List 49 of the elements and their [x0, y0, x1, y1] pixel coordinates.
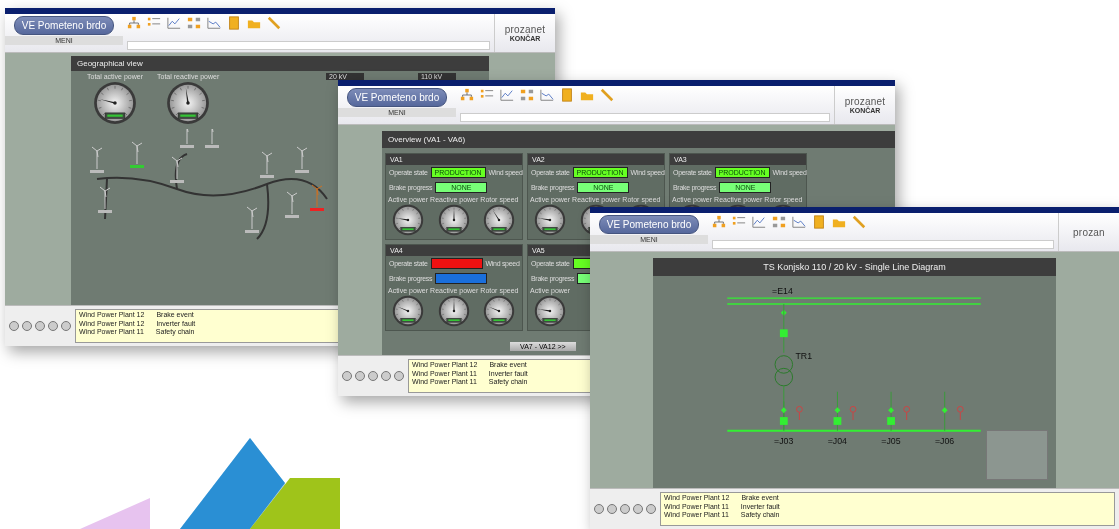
bay-label: =J04 — [828, 436, 848, 447]
plant-name-badge: VE Pometeno brdo — [346, 88, 448, 107]
plant-name-badge: VE Pometeno brdo — [598, 215, 700, 234]
wrench-icon[interactable] — [600, 88, 614, 102]
dial-gauge — [93, 81, 137, 125]
line-chart-icon[interactable] — [752, 215, 766, 229]
vendor-logo: prozanet — [504, 24, 546, 35]
panel-title: Overview (VA1 - VA6) — [382, 131, 895, 148]
photo-placeholder — [985, 430, 1048, 480]
network-icon[interactable] — [520, 88, 534, 102]
bay-label: =J03 — [774, 436, 794, 447]
wrench-icon[interactable] — [267, 16, 281, 30]
notebook-icon[interactable] — [812, 215, 826, 229]
bay-label: =J06 — [935, 436, 955, 447]
line-chart-icon[interactable] — [540, 88, 554, 102]
line-chart-icon[interactable] — [792, 215, 806, 229]
breaker-symbol — [781, 309, 788, 316]
line-chart-icon[interactable] — [207, 16, 221, 30]
vendor-logo: prozanet — [844, 96, 886, 107]
dial-gauge — [392, 204, 425, 236]
notebook-icon[interactable] — [560, 88, 574, 102]
line-chart-icon[interactable] — [500, 88, 514, 102]
notebook-icon[interactable] — [227, 16, 241, 30]
dial-gauge — [392, 295, 425, 327]
wrench-icon[interactable] — [852, 215, 866, 229]
switchgear-bay-symbol — [887, 391, 911, 432]
network-icon[interactable] — [187, 16, 201, 30]
transformer-label: TR1 — [796, 350, 813, 361]
dial-gauge — [166, 81, 211, 125]
line-chart-icon[interactable] — [167, 16, 181, 30]
panel-title: TS Konjsko 110 / 20 kV - Single Line Diagram — [653, 258, 1056, 276]
hierarchy-icon[interactable] — [712, 215, 726, 229]
vendor-logo: prozan — [1073, 226, 1105, 238]
dial-gauge — [483, 295, 516, 327]
hierarchy-icon[interactable] — [127, 16, 141, 30]
dial-gauge — [534, 295, 567, 327]
switchgear-bay-symbol — [780, 401, 804, 432]
panel-title: Geographical view — [71, 56, 489, 71]
dial-gauge — [534, 204, 567, 236]
hierarchy-icon[interactable] — [460, 88, 474, 102]
network-icon[interactable] — [772, 215, 786, 229]
plant-name-badge: VE Pometeno brdo — [13, 16, 115, 35]
bus-label: =E14 — [772, 286, 794, 297]
dial-gauge — [438, 204, 471, 236]
switchgear-bay-symbol — [834, 391, 857, 432]
switchgear-bay-symbol — [942, 391, 965, 432]
bay-label: =J05 — [881, 436, 902, 447]
dial-gauge — [483, 204, 516, 236]
dial-gauge — [438, 295, 471, 327]
